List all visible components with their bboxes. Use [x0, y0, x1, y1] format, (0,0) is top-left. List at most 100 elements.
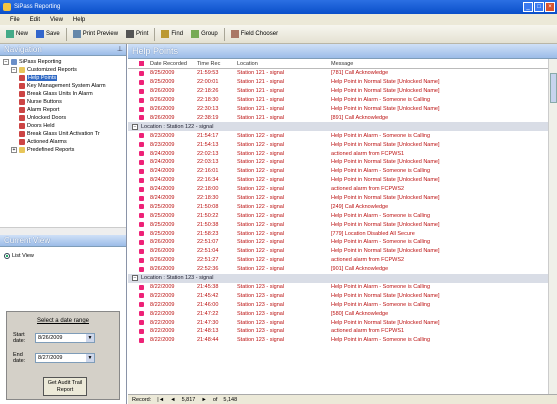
tree-node[interactable]: Break Glass Units In Alarm	[3, 90, 126, 98]
cell-time: 21:54:13	[197, 141, 219, 148]
date-range-title[interactable]: Select a date range	[7, 318, 119, 324]
table-row[interactable]: 8/24/2009 22:02:13 Station 122 - signal act…	[128, 149, 548, 158]
table-row[interactable]: 8/23/2009 21:54:13 Station 122 - signal Hel…	[128, 140, 548, 149]
first-record-button[interactable]: |◄	[157, 397, 164, 403]
table-row[interactable]: 8/25/2009 21:50:08 Station 122 - signal [24…	[128, 202, 548, 211]
tree-node[interactable]: Doors Held	[3, 122, 126, 130]
column-header-date[interactable]: Date Recorded	[150, 61, 197, 67]
toolbar-button-find[interactable]: Find	[159, 29, 185, 39]
chevron-down-icon[interactable]: ▼	[86, 334, 94, 342]
tree-node[interactable]: Key Management System Alarm	[3, 82, 126, 90]
minimize-button[interactable]: _	[523, 2, 533, 12]
tree-node[interactable]: Actioned Alarms	[3, 138, 126, 146]
column-header-message[interactable]: Message	[331, 61, 548, 67]
table-row[interactable]: 8/26/2009 22:38:19 Station 121 - signal [89…	[128, 113, 548, 122]
table-row[interactable]: 8/26/2009 22:51:27 Station 122 - signal act…	[128, 256, 548, 265]
table-row[interactable]: 8/22/2009 21:47:22 Station 123 - signal [58…	[128, 309, 548, 318]
prev-record-button[interactable]: ◄	[170, 397, 175, 403]
cell-message: [779] Location Disabled All Secure	[331, 230, 415, 237]
table-row[interactable]: 8/22/2009 21:47:30 Station 123 - signal Hel…	[128, 318, 548, 327]
collapse-icon[interactable]: −	[132, 123, 138, 130]
table-row[interactable]: 8/26/2009 22:18:26 Station 121 - signal Hel…	[128, 87, 548, 96]
table-row[interactable]: 8/24/2009 22:03:13 Station 122 - signal Hel…	[128, 158, 548, 167]
table-row[interactable]: 8/25/2009 21:50:22 Station 122 - signal Hel…	[128, 211, 548, 220]
table-row[interactable]: 8/24/2009 22:18:00 Station 122 - signal act…	[128, 185, 548, 194]
get-audit-trail-button[interactable]: Get Audit Trail Report	[43, 377, 87, 396]
table-row[interactable]: 8/22/2009 21:45:38 Station 123 - signal Hel…	[128, 283, 548, 292]
table-row[interactable]: 8/22/2009 21:48:44 Station 123 - signal Hel…	[128, 336, 548, 345]
close-button[interactable]: ×	[545, 2, 555, 12]
tree-node[interactable]: Break Glass Unit Activation Tr	[3, 130, 126, 138]
radio-selected-icon[interactable]	[4, 253, 10, 259]
table-row[interactable]: 8/25/2009 21:50:38 Station 122 - signal Hel…	[128, 220, 548, 229]
collapse-icon[interactable]: −	[132, 275, 138, 282]
table-row[interactable]: 8/25/2009 22:00:01 Station 121 - signal Hel…	[128, 78, 548, 87]
table-row[interactable]: 8/26/2009 22:30:13 Station 121 - signal Hel…	[128, 105, 548, 114]
table-row[interactable]: 8/26/2009 22:52:36 Station 122 - signal [90…	[128, 265, 548, 274]
menu-item-file[interactable]: File	[10, 17, 20, 23]
alarm-icon	[138, 142, 144, 148]
tree-node[interactable]: − SiPass Reporting	[3, 58, 126, 66]
record-current[interactable]: 5,817	[182, 397, 196, 403]
pin-icon[interactable]: ⊥	[117, 45, 123, 53]
collapse-icon[interactable]: −	[11, 67, 17, 73]
tree-node[interactable]: − Customized Reports	[3, 66, 126, 74]
toolbar-button-print-preview[interactable]: Print Preview	[71, 29, 120, 39]
cell-time: 21:45:42	[197, 292, 219, 299]
table-row[interactable]: 8/22/2009 21:46:00 Station 123 - signal Hel…	[128, 300, 548, 309]
tree-node[interactable]: Nurse Buttons	[3, 98, 126, 106]
tree-horizontal-scrollbar[interactable]	[0, 227, 126, 235]
tree-node[interactable]: Alarm Report	[3, 106, 126, 114]
grid-vertical-scrollbar[interactable]	[548, 59, 557, 394]
toolbar-button-field-chooser[interactable]: Field Chooser	[229, 29, 280, 39]
group-header[interactable]: − Location : Station 123 - signal	[128, 273, 548, 283]
table-row[interactable]: 8/26/2009 22:18:30 Station 121 - signal Hel…	[128, 96, 548, 105]
toolbar-button-new[interactable]: New	[4, 29, 30, 39]
next-record-button[interactable]: ►	[201, 397, 206, 403]
table-row[interactable]: 8/24/2009 22:16:01 Station 122 - signal Hel…	[128, 167, 548, 176]
tree-node[interactable]: Help Points	[3, 74, 126, 82]
tree-node[interactable]: Unlocked Doors	[3, 114, 126, 122]
navigation-header: Navigation ⊥	[0, 44, 126, 56]
cell-date: 8/24/2009	[150, 168, 175, 175]
table-row[interactable]: 8/26/2009 22:51:07 Station 122 - signal Hel…	[128, 238, 548, 247]
cell-message: Help Point in Normal State [Unlocked Nam…	[331, 292, 440, 299]
column-header-time[interactable]: Time Rec	[197, 61, 237, 67]
table-row[interactable]: 8/26/2009 22:51:04 Station 122 - signal Hel…	[128, 247, 548, 256]
table-row[interactable]: 8/25/2009 21:59:53 Station 121 - signal [78…	[128, 69, 548, 78]
list-view-option[interactable]: List View	[4, 253, 126, 259]
print-icon	[126, 30, 135, 38]
end-date-label: End date:	[13, 352, 26, 364]
cell-location: Station 121 - signal	[237, 88, 285, 95]
toolbar-button-print[interactable]: Print	[124, 29, 150, 39]
toolbar-button-save[interactable]: Save	[34, 29, 62, 39]
maximize-button[interactable]: □	[534, 2, 544, 12]
menu-item-edit[interactable]: Edit	[30, 17, 40, 23]
tree-node[interactable]: + Predefined Reports	[3, 146, 126, 154]
record-total: 5,148	[223, 396, 238, 403]
table-row[interactable]: 8/25/2009 21:58:23 Station 122 - signal [77…	[128, 229, 548, 238]
start-date-picker[interactable]: 8/26/2009 ▼	[35, 333, 95, 343]
collapse-icon[interactable]: −	[3, 59, 9, 65]
chevron-down-icon[interactable]: ▼	[86, 354, 94, 362]
column-header-location[interactable]: Location	[237, 61, 331, 67]
table-row[interactable]: 8/22/2009 21:45:42 Station 123 - signal Hel…	[128, 291, 548, 300]
menu-item-view[interactable]: View	[50, 17, 63, 23]
type-column-icon[interactable]	[132, 61, 150, 66]
alarm-icon	[138, 213, 144, 219]
end-date-picker[interactable]: 8/27/2009 ▼	[35, 353, 95, 363]
menu-item-help[interactable]: Help	[73, 17, 85, 23]
alarm-icon	[138, 257, 144, 263]
scrollbar-thumb[interactable]	[550, 73, 557, 103]
group-header[interactable]: − Location : Station 122 - signal	[128, 122, 548, 132]
alarm-icon	[138, 88, 144, 94]
cell-message: [901] Call Acknowledge	[331, 266, 389, 273]
table-row[interactable]: 8/23/2009 21:54:17 Station 122 - signal Hel…	[128, 131, 548, 140]
toolbar-button-group[interactable]: Group	[189, 29, 220, 39]
window-controls: _ □ ×	[523, 2, 555, 12]
table-row[interactable]: 8/22/2009 21:48:13 Station 123 - signal act…	[128, 327, 548, 336]
table-row[interactable]: 8/24/2009 22:18:30 Station 122 - signal Hel…	[128, 194, 548, 203]
table-row[interactable]: 8/24/2009 22:16:34 Station 122 - signal Hel…	[128, 176, 548, 185]
expand-icon[interactable]: +	[11, 147, 17, 153]
alarm-icon	[138, 186, 144, 192]
